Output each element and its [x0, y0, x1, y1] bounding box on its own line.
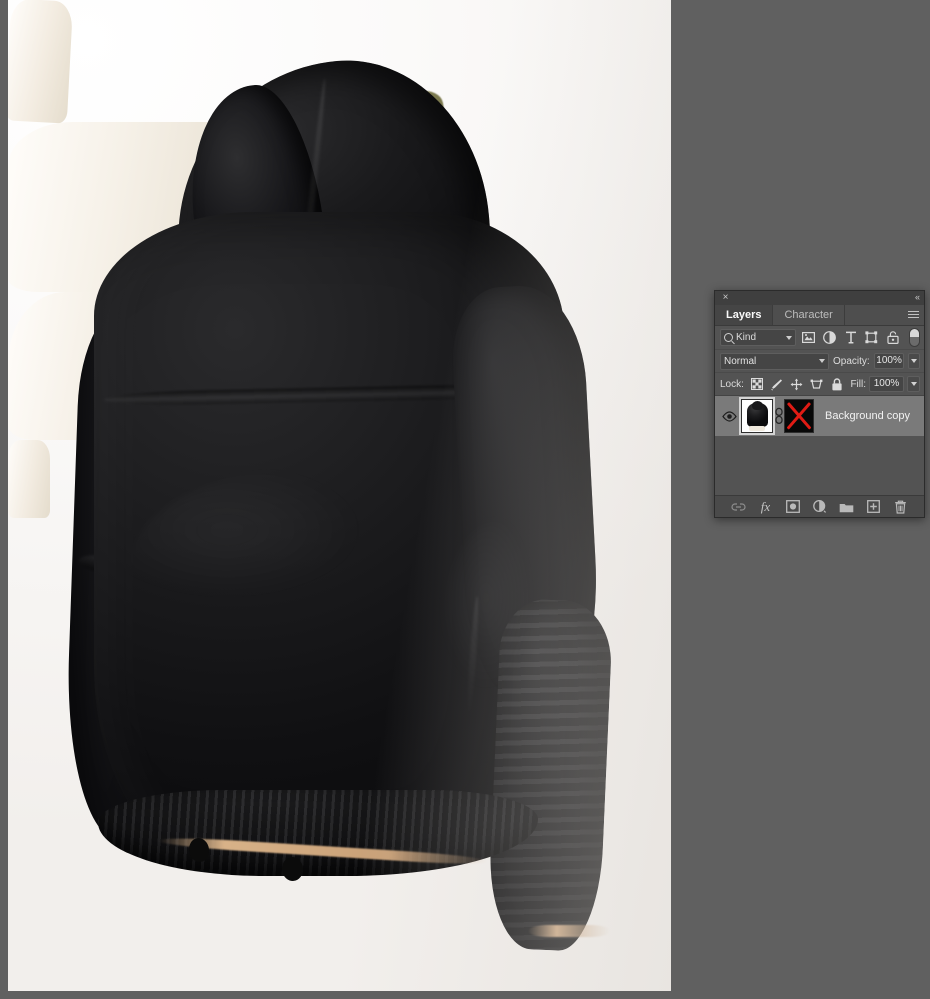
hamburger-menu-icon[interactable] — [908, 311, 919, 320]
new-adjustment-layer-button[interactable] — [812, 499, 828, 515]
layer-mask-thumbnail[interactable] — [784, 399, 814, 433]
new-layer-button[interactable] — [866, 499, 882, 515]
fx-icon: fx — [760, 499, 771, 514]
add-layer-mask-button[interactable] — [785, 499, 801, 515]
new-group-button[interactable] — [839, 499, 855, 515]
layer-filter-row: Kind — [715, 326, 924, 349]
eye-icon[interactable] — [719, 406, 739, 426]
tab-character-label: Character — [784, 309, 833, 321]
product-photo — [8, 0, 671, 991]
fill-input[interactable]: 100% — [869, 376, 904, 392]
brush-icon[interactable] — [770, 377, 784, 391]
fill-group: Fill: 100% — [850, 376, 920, 392]
fill-label: Fill: — [850, 378, 866, 390]
photoshop-workspace: × « Layers Character Kind Normal Opacity… — [0, 0, 930, 999]
link-chain-icon[interactable] — [773, 404, 784, 428]
mannequin-arm-stub-right — [8, 440, 50, 518]
blend-mode-select[interactable]: Normal — [720, 352, 829, 370]
delete-layer-button[interactable] — [893, 499, 909, 515]
layer-list[interactable]: Background copy — [715, 395, 924, 480]
tab-layers-label: Layers — [726, 309, 762, 321]
filter-shape-layers-icon[interactable] — [863, 329, 880, 346]
jacket-highlight-side — [438, 520, 558, 780]
opacity-stepper[interactable] — [908, 353, 920, 369]
lock-row: Lock: Fill: 100% — [715, 372, 924, 395]
blend-mode-row: Normal Opacity: 100% — [715, 349, 924, 372]
filter-adjustment-layers-icon[interactable] — [821, 329, 838, 346]
move-arrows-icon[interactable] — [790, 377, 804, 391]
layers-panel-toolbar: fx — [715, 495, 924, 517]
layer-name-label: Background copy — [825, 410, 910, 422]
chevron-down-icon — [819, 359, 825, 363]
filter-type-layers-icon[interactable] — [842, 329, 859, 346]
add-layer-style-button[interactable]: fx — [758, 499, 774, 515]
filter-pixel-layers-icon[interactable] — [800, 329, 817, 346]
panel-title-bar[interactable]: × « — [715, 291, 924, 305]
padlock-icon[interactable] — [830, 377, 844, 391]
filter-kind-label: Kind — [736, 332, 757, 343]
table-row[interactable]: Background copy — [715, 396, 924, 436]
tab-character[interactable]: Character — [773, 305, 845, 325]
blend-mode-value: Normal — [724, 355, 757, 367]
mannequin-arm-stub-left — [8, 0, 74, 124]
artboard-icon[interactable] — [810, 377, 824, 391]
lock-label: Lock: — [720, 378, 744, 390]
fill-stepper[interactable] — [907, 376, 920, 392]
document-canvas[interactable] — [8, 0, 671, 991]
filter-enable-toggle[interactable] — [909, 328, 920, 347]
link-layers-button[interactable] — [731, 499, 747, 515]
filter-smart-objects-icon[interactable] — [884, 329, 901, 346]
collapse-panel-icon[interactable]: « — [915, 292, 920, 303]
opacity-label: Opacity: — [833, 355, 870, 367]
layers-panel[interactable]: × « Layers Character Kind Normal Opacity… — [714, 290, 925, 518]
chevron-down-icon — [786, 335, 792, 340]
panel-tabs: Layers Character — [715, 305, 924, 326]
jacket-highlight-back — [128, 470, 458, 670]
opacity-input[interactable]: 100% — [873, 353, 905, 369]
jacket-cuff-piping — [528, 925, 610, 937]
magnifier-icon — [724, 333, 733, 342]
close-icon[interactable]: × — [720, 292, 731, 303]
filter-kind-select[interactable]: Kind — [720, 329, 796, 346]
tab-layers[interactable]: Layers — [715, 305, 774, 325]
layer-thumbnail[interactable] — [739, 397, 775, 435]
checkerboard-icon[interactable] — [750, 377, 764, 391]
jacket-thumbnail-base — [749, 426, 765, 431]
jacket-thumbnail-art — [747, 401, 768, 427]
